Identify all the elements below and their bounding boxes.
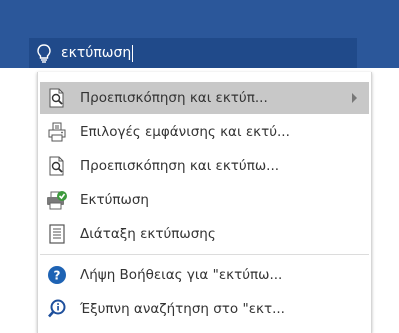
menu-item-print-layout[interactable]: Διάταξη εκτύπωσης [40, 218, 369, 250]
print-preview-icon [46, 87, 68, 109]
menu-item-print-preview-submenu[interactable]: Προεπισκόπηση και εκτύπ... [40, 82, 369, 114]
printer-icon [46, 189, 68, 211]
menu-item-print-preview[interactable]: Προεπισκόπηση και εκτύπω... [40, 150, 369, 182]
menu-item-label: Εκτύπωση [80, 192, 149, 208]
lightbulb-icon [37, 44, 51, 63]
menu-item-label: Λήψη Βοήθειας για "εκτύπω... [80, 267, 283, 283]
help-icon: ? [46, 264, 68, 286]
menu-item-label: Προεπισκόπηση και εκτύπω... [80, 158, 280, 174]
menu-item-get-help[interactable]: ? Λήψη Βοήθειας για "εκτύπω... [40, 259, 369, 291]
menu-separator [40, 254, 369, 255]
menu-item-smart-lookup[interactable]: Έξυπνη αναζήτηση στο "εκτ... [40, 293, 369, 325]
text-caret [132, 44, 134, 62]
menu-item-label: Επιλογές εμφάνισης και εκτύ... [80, 124, 290, 140]
menu-item-print[interactable]: Εκτύπωση [40, 184, 369, 216]
menu-item-label: Προεπισκόπηση και εκτύπ... [80, 90, 268, 106]
menu-item-label: Διάταξη εκτύπωσης [80, 226, 216, 242]
print-options-icon [46, 121, 68, 143]
menu-item-label: Έξυπνη αναζήτηση στο "εκτ... [80, 301, 285, 317]
search-results-menu: Προεπισκόπηση και εκτύπ... Επιλογές εμφά… [37, 72, 372, 333]
svg-text:?: ? [54, 269, 61, 283]
print-layout-icon [46, 223, 68, 245]
submenu-arrow-icon [352, 93, 357, 103]
print-preview-icon [46, 155, 68, 177]
tell-me-search-box[interactable]: εκτύπωση [29, 38, 357, 68]
smart-lookup-icon [46, 298, 68, 320]
search-input[interactable]: εκτύπωση [61, 45, 131, 61]
menu-item-print-display-options[interactable]: Επιλογές εμφάνισης και εκτύ... [40, 116, 369, 148]
